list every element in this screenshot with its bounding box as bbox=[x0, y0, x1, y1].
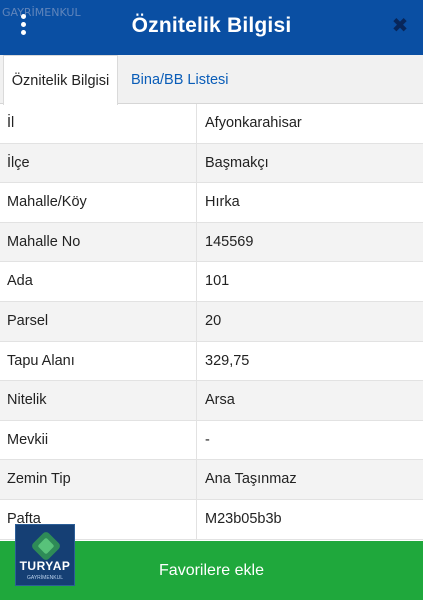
attribute-value: Afyonkarahisar bbox=[205, 115, 302, 131]
attribute-table: İl Afyonkarahisar İlçe Başmakçı Mahalle/… bbox=[0, 104, 423, 540]
logo-tagline: GAYRİMENKUL bbox=[26, 575, 64, 581]
tab-attribute-info[interactable]: Öznitelik Bilgisi bbox=[3, 55, 118, 105]
attribute-row-mahalle-no: Mahalle No 145569 bbox=[0, 222, 423, 263]
attribute-row-ada: Ada 101 bbox=[0, 262, 423, 302]
logo-icon bbox=[30, 530, 62, 562]
attribute-value: 101 bbox=[205, 273, 230, 290]
tab-building-list[interactable]: Bina/BB Listesi bbox=[131, 55, 229, 104]
attribute-row-parsel: Parsel 20 bbox=[0, 301, 423, 342]
attribute-value: Ana Taşınmaz bbox=[205, 471, 297, 488]
attribute-label: İlçe bbox=[7, 154, 30, 171]
attribute-value: - bbox=[205, 431, 210, 448]
attribute-label: Nitelik bbox=[7, 392, 47, 409]
attribute-label: Zemin Tip bbox=[7, 471, 71, 488]
close-icon[interactable]: ✖ bbox=[389, 11, 411, 41]
attribute-label: Ada bbox=[7, 273, 33, 290]
attribute-value: M23b05b3b bbox=[205, 510, 282, 527]
attribute-row-nitelik: Nitelik Arsa bbox=[0, 381, 423, 421]
attribute-value: Hırka bbox=[205, 194, 240, 211]
attribute-row-mevkii: Mevkii - bbox=[0, 420, 423, 461]
attribute-value: 329,75 bbox=[205, 352, 250, 369]
attribute-value: Arsa bbox=[205, 392, 235, 409]
attribute-label: Mahalle/Köy bbox=[7, 194, 87, 211]
attribute-label: Mahalle No bbox=[7, 233, 81, 250]
attribute-value: 20 bbox=[205, 312, 222, 329]
attribute-row-tapu-alani: Tapu Alanı 329,75 bbox=[0, 341, 423, 382]
page-title: Öznitelik Bilgisi bbox=[131, 14, 292, 37]
attribute-label: Tapu Alanı bbox=[7, 352, 75, 369]
attribute-row-zemin-tip: Zemin Tip Ana Taşınmaz bbox=[0, 460, 423, 500]
attribute-label: Mevkii bbox=[7, 431, 49, 448]
tab-bar: Öznitelik Bilgisi Bina/BB Listesi bbox=[0, 55, 423, 105]
attribute-value: 145569 bbox=[205, 233, 254, 250]
logo-name: TURYAP bbox=[19, 559, 71, 573]
attribute-value: Başmakçı bbox=[205, 154, 269, 171]
attribute-label: İl bbox=[7, 115, 15, 131]
company-logo: TURYAP GAYRİMENKUL bbox=[15, 524, 75, 586]
attribute-row-mahalle: Mahalle/Köy Hırka bbox=[0, 183, 423, 223]
attribute-row-ilce: İlçe Başmakçı bbox=[0, 143, 423, 184]
app-header: GAYRİMENKUL Öznitelik Bilgisi ✖ bbox=[0, 0, 423, 55]
attribute-row-il: İl Afyonkarahisar bbox=[0, 104, 423, 144]
attribute-label: Parsel bbox=[7, 312, 49, 329]
